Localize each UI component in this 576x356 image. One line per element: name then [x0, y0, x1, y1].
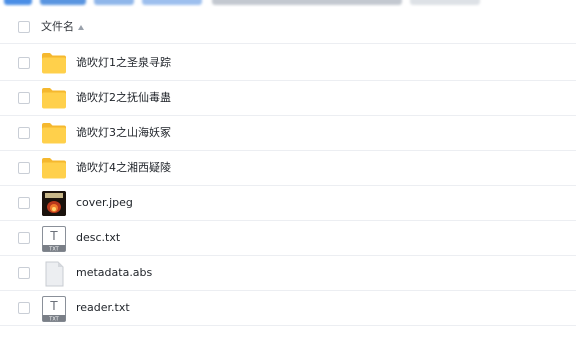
breadcrumb-back-link[interactable] — [4, 0, 32, 5]
breadcrumb — [0, 0, 576, 7]
image-thumbnail-icon — [42, 191, 66, 216]
column-name-header[interactable]: 文件名 — [41, 19, 74, 35]
file-row-folder[interactable]: 诡吹灯1之圣泉寻踪 — [0, 46, 576, 81]
file-row-folder[interactable]: 诡吹灯2之抚仙毒蛊 — [0, 81, 576, 116]
file-name[interactable]: cover.jpeg — [76, 195, 133, 211]
file-name[interactable]: 诡吹灯2之抚仙毒蛊 — [76, 90, 171, 106]
breadcrumb-segment[interactable] — [142, 0, 202, 5]
file-name[interactable]: reader.txt — [76, 300, 130, 316]
row-checkbox[interactable] — [18, 302, 30, 314]
folder-icon — [41, 121, 67, 147]
file-row-generic[interactable]: metadata.abs — [0, 256, 576, 291]
svg-text:T: T — [50, 298, 58, 313]
breadcrumb-tail — [410, 0, 480, 5]
file-name[interactable]: desc.txt — [76, 230, 120, 246]
file-name[interactable]: 诡吹灯4之湘西疑陵 — [76, 160, 171, 176]
breadcrumb-segment[interactable] — [94, 0, 134, 5]
row-checkbox[interactable] — [18, 232, 30, 244]
row-checkbox[interactable] — [18, 92, 30, 104]
row-checkbox[interactable] — [18, 57, 30, 69]
select-all-checkbox[interactable] — [18, 21, 30, 33]
svg-text:TXT: TXT — [48, 316, 59, 322]
row-checkbox[interactable] — [18, 162, 30, 174]
sort-ascending-icon[interactable] — [78, 25, 84, 30]
txt-file-icon: T TXT — [41, 226, 67, 252]
txt-file-icon: T TXT — [41, 296, 67, 322]
file-list-header: 文件名 — [0, 11, 576, 44]
folder-icon — [41, 86, 67, 112]
row-checkbox[interactable] — [18, 197, 30, 209]
folder-icon — [41, 51, 67, 77]
row-checkbox[interactable] — [18, 127, 30, 139]
file-browser: 文件名 诡吹灯1之圣泉寻踪 诡吹灯2之抚仙毒蛊 诡吹灯3之山海妖冢 诡吹灯4之湘… — [0, 0, 576, 356]
file-row-txt[interactable]: T TXT reader.txt — [0, 291, 576, 326]
breadcrumb-current — [212, 0, 402, 5]
svg-text:TXT: TXT — [48, 246, 59, 252]
folder-icon — [41, 156, 67, 182]
generic-file-icon — [41, 261, 67, 287]
file-name[interactable]: 诡吹灯3之山海妖冢 — [76, 125, 171, 141]
file-name[interactable]: 诡吹灯1之圣泉寻踪 — [76, 55, 171, 71]
file-row-folder[interactable]: 诡吹灯3之山海妖冢 — [0, 116, 576, 151]
file-row-folder[interactable]: 诡吹灯4之湘西疑陵 — [0, 151, 576, 186]
file-name[interactable]: metadata.abs — [76, 265, 152, 281]
breadcrumb-segment[interactable] — [40, 0, 86, 5]
file-row-txt[interactable]: T TXT desc.txt — [0, 221, 576, 256]
row-checkbox[interactable] — [18, 267, 30, 279]
file-row-image[interactable]: cover.jpeg — [0, 186, 576, 221]
svg-text:T: T — [50, 228, 58, 243]
